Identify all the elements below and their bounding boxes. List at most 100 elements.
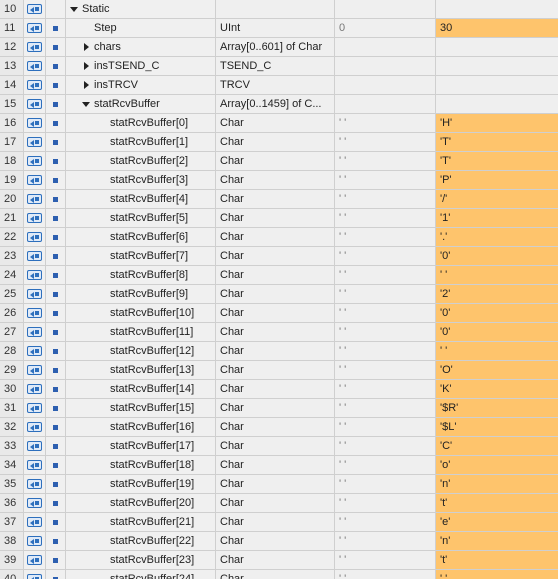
table-row[interactable]: 23 statRcvBuffer[7] Char ' ' '0' (0, 247, 558, 266)
start-value-cell[interactable]: ' ' (335, 228, 436, 246)
collapse-arrow-icon[interactable] (70, 6, 78, 12)
start-value-cell[interactable]: ' ' (335, 551, 436, 569)
expander[interactable] (78, 101, 94, 107)
name-cell[interactable]: statRcvBuffer[1] (66, 133, 216, 151)
interface-icon[interactable] (24, 532, 46, 550)
name-cell[interactable]: statRcvBuffer[8] (66, 266, 216, 284)
monitor-value-cell[interactable]: 't' (436, 494, 558, 512)
name-cell[interactable]: statRcvBuffer[22] (66, 532, 216, 550)
table-row[interactable]: 10 Static (0, 0, 558, 19)
monitor-value-cell[interactable]: ' ' (436, 266, 558, 284)
interface-icon[interactable] (24, 152, 46, 170)
interface-icon[interactable] (24, 114, 46, 132)
monitor-value-cell[interactable]: 'n' (436, 475, 558, 493)
interface-icon[interactable] (24, 456, 46, 474)
table-row[interactable]: 39 statRcvBuffer[23] Char ' ' 't' (0, 551, 558, 570)
data-type-cell[interactable]: Char (216, 247, 335, 265)
start-value-cell[interactable]: ' ' (335, 266, 436, 284)
data-type-cell[interactable]: Char (216, 361, 335, 379)
name-cell[interactable]: statRcvBuffer (66, 95, 216, 113)
table-row[interactable]: 27 statRcvBuffer[11] Char ' ' '0' (0, 323, 558, 342)
data-type-cell[interactable] (216, 0, 335, 18)
interface-icon[interactable] (24, 323, 46, 341)
table-row[interactable]: 35 statRcvBuffer[19] Char ' ' 'n' (0, 475, 558, 494)
name-cell[interactable]: statRcvBuffer[13] (66, 361, 216, 379)
name-cell[interactable]: insTRCV (66, 76, 216, 94)
monitor-value-cell[interactable]: '1' (436, 209, 558, 227)
interface-icon[interactable] (24, 494, 46, 512)
start-value-cell[interactable]: ' ' (335, 342, 436, 360)
start-value-cell[interactable]: ' ' (335, 475, 436, 493)
data-type-cell[interactable]: Char (216, 190, 335, 208)
interface-icon[interactable] (24, 247, 46, 265)
table-row[interactable]: 38 statRcvBuffer[22] Char ' ' 'n' (0, 532, 558, 551)
start-value-cell[interactable]: ' ' (335, 323, 436, 341)
start-value-cell[interactable]: ' ' (335, 361, 436, 379)
name-cell[interactable]: statRcvBuffer[11] (66, 323, 216, 341)
table-row[interactable]: 22 statRcvBuffer[6] Char ' ' '.' (0, 228, 558, 247)
table-row[interactable]: 25 statRcvBuffer[9] Char ' ' '2' (0, 285, 558, 304)
interface-icon[interactable] (24, 190, 46, 208)
interface-icon[interactable] (24, 570, 46, 579)
monitor-value-cell[interactable]: 'n' (436, 532, 558, 550)
interface-icon[interactable] (24, 399, 46, 417)
monitor-value-cell[interactable]: 'T' (436, 152, 558, 170)
name-cell[interactable]: statRcvBuffer[23] (66, 551, 216, 569)
start-value-cell[interactable]: ' ' (335, 247, 436, 265)
name-cell[interactable]: statRcvBuffer[18] (66, 456, 216, 474)
data-type-cell[interactable]: UInt (216, 19, 335, 37)
data-type-cell[interactable]: Char (216, 152, 335, 170)
start-value-cell[interactable]: ' ' (335, 133, 436, 151)
table-row[interactable]: 28 statRcvBuffer[12] Char ' ' ' ' (0, 342, 558, 361)
name-cell[interactable]: statRcvBuffer[3] (66, 171, 216, 189)
data-type-cell[interactable]: Char (216, 285, 335, 303)
monitor-value-cell[interactable] (436, 76, 558, 94)
name-cell[interactable]: Step (66, 19, 216, 37)
table-row[interactable]: 15 statRcvBuffer Array[0..1459] of C... (0, 95, 558, 114)
name-cell[interactable]: statRcvBuffer[16] (66, 418, 216, 436)
interface-icon[interactable] (24, 171, 46, 189)
monitor-value-cell[interactable]: '0' (436, 304, 558, 322)
interface-icon[interactable] (24, 513, 46, 531)
name-cell[interactable]: statRcvBuffer[0] (66, 114, 216, 132)
name-cell[interactable]: statRcvBuffer[10] (66, 304, 216, 322)
data-type-cell[interactable]: Char (216, 475, 335, 493)
name-cell[interactable]: statRcvBuffer[14] (66, 380, 216, 398)
name-cell[interactable]: statRcvBuffer[4] (66, 190, 216, 208)
interface-icon[interactable] (24, 437, 46, 455)
interface-icon[interactable] (24, 380, 46, 398)
table-row[interactable]: 14 insTRCV TRCV (0, 76, 558, 95)
data-type-cell[interactable]: Char (216, 513, 335, 531)
data-type-cell[interactable]: Char (216, 494, 335, 512)
interface-icon[interactable] (24, 304, 46, 322)
data-type-cell[interactable]: Char (216, 266, 335, 284)
monitor-value-cell[interactable]: 'K' (436, 380, 558, 398)
expand-arrow-icon[interactable] (83, 43, 89, 51)
name-cell[interactable]: statRcvBuffer[9] (66, 285, 216, 303)
table-row[interactable]: 26 statRcvBuffer[10] Char ' ' '0' (0, 304, 558, 323)
expander[interactable] (66, 6, 82, 12)
start-value-cell[interactable]: ' ' (335, 190, 436, 208)
monitor-value-cell[interactable]: ' ' (436, 342, 558, 360)
name-cell[interactable]: Static (66, 0, 216, 18)
interface-icon[interactable] (24, 266, 46, 284)
collapse-arrow-icon[interactable] (82, 101, 90, 107)
start-value-cell[interactable] (335, 76, 436, 94)
data-type-cell[interactable]: Char (216, 171, 335, 189)
monitor-value-cell[interactable]: '0' (436, 323, 558, 341)
table-row[interactable]: 33 statRcvBuffer[17] Char ' ' 'C' (0, 437, 558, 456)
expand-arrow-icon[interactable] (83, 62, 89, 70)
expander[interactable] (78, 62, 94, 70)
monitor-value-cell[interactable]: 'O' (436, 361, 558, 379)
table-row[interactable]: 18 statRcvBuffer[2] Char ' ' 'T' (0, 152, 558, 171)
expand-arrow-icon[interactable] (83, 81, 89, 89)
table-row[interactable]: 29 statRcvBuffer[13] Char ' ' 'O' (0, 361, 558, 380)
data-type-cell[interactable]: Char (216, 380, 335, 398)
data-type-cell[interactable]: Char (216, 342, 335, 360)
name-cell[interactable]: insTSEND_C (66, 57, 216, 75)
data-type-cell[interactable]: Char (216, 532, 335, 550)
table-row[interactable]: 20 statRcvBuffer[4] Char ' ' '/' (0, 190, 558, 209)
start-value-cell[interactable]: ' ' (335, 304, 436, 322)
table-row[interactable]: 31 statRcvBuffer[15] Char ' ' '$R' (0, 399, 558, 418)
data-type-cell[interactable]: TRCV (216, 76, 335, 94)
